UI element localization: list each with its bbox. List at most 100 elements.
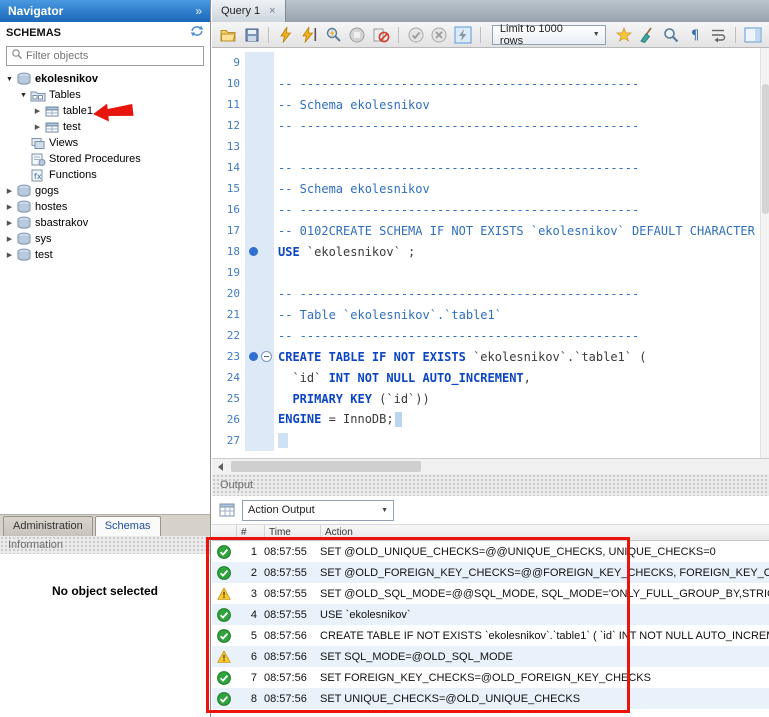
wrap-icon[interactable] bbox=[708, 24, 730, 46]
tab-schemas[interactable]: Schemas bbox=[95, 516, 161, 536]
explain-icon[interactable] bbox=[323, 24, 345, 46]
tree-item-views[interactable]: Views bbox=[0, 135, 210, 151]
limit-rows-dropdown[interactable]: Limit to 1000 rows▼ bbox=[492, 25, 606, 45]
stop-on-error-icon[interactable] bbox=[370, 24, 392, 46]
code-line-27[interactable]: 27 bbox=[212, 430, 769, 451]
refresh-icon[interactable] bbox=[190, 24, 204, 42]
collapsed-arrow-icon[interactable]: ▶ bbox=[4, 251, 15, 259]
code-line-26[interactable]: 26ENGINE = InnoDB; bbox=[212, 409, 769, 430]
autocommit-icon[interactable] bbox=[452, 24, 474, 46]
toggle-panel-icon[interactable] bbox=[742, 24, 764, 46]
expanded-arrow-icon[interactable]: ▼ bbox=[4, 76, 15, 83]
collapsed-arrow-icon[interactable]: ▶ bbox=[4, 219, 15, 227]
output-row-7[interactable]: 708:57:56SET FOREIGN_KEY_CHECKS=@OLD_FOR… bbox=[212, 667, 769, 688]
navigator-title: Navigator bbox=[8, 4, 63, 18]
fold-marker-icon[interactable] bbox=[261, 351, 272, 362]
tab-query-1[interactable]: Query 1 × bbox=[212, 0, 286, 22]
output-row-6[interactable]: 608:57:56SET SQL_MODE=@OLD_SQL_MODE bbox=[212, 646, 769, 667]
open-script-icon[interactable] bbox=[217, 24, 239, 46]
code-line-22[interactable]: 22-- -----------------------------------… bbox=[212, 325, 769, 346]
column-time[interactable]: Time bbox=[264, 525, 320, 540]
line-number: 11 bbox=[212, 98, 245, 111]
star-icon[interactable] bbox=[613, 24, 635, 46]
code-line-20[interactable]: 20-- -----------------------------------… bbox=[212, 283, 769, 304]
code-text: -- Table `ekolesnikov`.`table1` bbox=[274, 308, 502, 322]
tree-item-sbastrakov[interactable]: ▶ sbastrakov bbox=[0, 215, 210, 231]
execute-current-icon[interactable] bbox=[299, 24, 321, 46]
code-line-13[interactable]: 13 bbox=[212, 136, 769, 157]
code-line-18[interactable]: 18USE `ekolesnikov` ; bbox=[212, 241, 769, 262]
find-icon[interactable] bbox=[660, 24, 682, 46]
collapsed-arrow-icon[interactable]: ▶ bbox=[4, 187, 15, 195]
execute-icon[interactable] bbox=[275, 24, 297, 46]
editor-margin bbox=[245, 388, 274, 409]
tree-item-test[interactable]: ▶test bbox=[0, 247, 210, 263]
code-line-16[interactable]: 16-- -----------------------------------… bbox=[212, 199, 769, 220]
tree-item-tables[interactable]: ▼Tables bbox=[0, 87, 210, 103]
code-line-19[interactable]: 19 bbox=[212, 262, 769, 283]
row-time: 08:57:56 bbox=[264, 672, 320, 684]
schema-tree: ▼ekolesnikov▼Tables▶table1▶testViewsStor… bbox=[0, 69, 210, 514]
horizontal-scrollbar-thumb[interactable] bbox=[231, 461, 421, 472]
output-row-3[interactable]: 308:57:55SET @OLD_SQL_MODE=@@SQL_MODE, S… bbox=[212, 583, 769, 604]
vertical-scrollbar[interactable] bbox=[760, 48, 769, 458]
tree-item-stored-procedures[interactable]: Stored Procedures bbox=[0, 151, 210, 167]
code-line-9[interactable]: 9 bbox=[212, 52, 769, 73]
tab-administration[interactable]: Administration bbox=[3, 516, 93, 536]
output-row-2[interactable]: 208:57:55SET @OLD_FOREIGN_KEY_CHECKS=@@F… bbox=[212, 562, 769, 583]
filter-input[interactable] bbox=[26, 50, 199, 62]
tree-item-hostes[interactable]: ▶hostes bbox=[0, 199, 210, 215]
vertical-scrollbar-thumb[interactable] bbox=[762, 84, 769, 214]
code-line-10[interactable]: 10-- -----------------------------------… bbox=[212, 73, 769, 94]
expanded-arrow-icon[interactable]: ▼ bbox=[18, 92, 29, 99]
query-tab-label: Query 1 bbox=[221, 5, 260, 17]
output-row-5[interactable]: 508:57:56CREATE TABLE IF NOT EXISTS `eko… bbox=[212, 625, 769, 646]
horizontal-scrollbar[interactable] bbox=[212, 458, 769, 474]
filter-box[interactable] bbox=[6, 46, 204, 66]
close-tab-icon[interactable]: × bbox=[269, 5, 275, 17]
sql-editor[interactable]: 910-- ----------------------------------… bbox=[212, 48, 769, 458]
row-time: 08:57:56 bbox=[264, 651, 320, 663]
panel-chevrons-icon[interactable]: » bbox=[195, 0, 202, 22]
sql-text: `id` bbox=[278, 371, 329, 385]
output-row-8[interactable]: 808:57:56SET UNIQUE_CHECKS=@OLD_UNIQUE_C… bbox=[212, 688, 769, 709]
output-row-1[interactable]: 108:57:55SET @OLD_UNIQUE_CHECKS=@@UNIQUE… bbox=[212, 541, 769, 562]
tree-item-label: sbastrakov bbox=[35, 217, 88, 229]
code-line-21[interactable]: 21-- Table `ekolesnikov`.`table1` bbox=[212, 304, 769, 325]
tree-item-table1[interactable]: ▶table1 bbox=[0, 103, 210, 119]
code-line-23[interactable]: 23CREATE TABLE IF NOT EXISTS `ekolesniko… bbox=[212, 346, 769, 367]
line-number: 27 bbox=[212, 434, 245, 447]
code-line-14[interactable]: 14-- -----------------------------------… bbox=[212, 157, 769, 178]
output-row-4[interactable]: 408:57:55USE `ekolesnikov` bbox=[212, 604, 769, 625]
commit-icon[interactable] bbox=[405, 24, 427, 46]
code-line-15[interactable]: 15-- Schema ekolesnikov bbox=[212, 178, 769, 199]
code-line-17[interactable]: 17-- 0102CREATE SCHEMA IF NOT EXISTS `ek… bbox=[212, 220, 769, 241]
output-view-dropdown[interactable]: Action Output ▼ bbox=[242, 500, 394, 521]
code-line-11[interactable]: 11-- Schema ekolesnikov bbox=[212, 94, 769, 115]
code-line-24[interactable]: 24 `id` INT NOT NULL AUTO_INCREMENT, bbox=[212, 367, 769, 388]
editor-margin bbox=[245, 262, 274, 283]
output-toolbar: Action Output ▼ bbox=[212, 496, 769, 524]
line-number: 19 bbox=[212, 266, 245, 279]
collapsed-arrow-icon[interactable]: ▶ bbox=[32, 107, 43, 115]
sql-comment: -- -------------------------------------… bbox=[278, 119, 639, 133]
stop-icon[interactable] bbox=[347, 24, 369, 46]
tree-item-ekolesnikov[interactable]: ▼ekolesnikov bbox=[0, 71, 210, 87]
tree-item-test[interactable]: ▶test bbox=[0, 119, 210, 135]
column-number[interactable]: # bbox=[236, 525, 264, 540]
tree-item-functions[interactable]: fxFunctions bbox=[0, 167, 210, 183]
save-icon[interactable] bbox=[241, 24, 263, 46]
collapsed-arrow-icon[interactable]: ▶ bbox=[4, 235, 15, 243]
collapsed-arrow-icon[interactable]: ▶ bbox=[4, 203, 15, 211]
beautify-icon[interactable] bbox=[636, 24, 658, 46]
tree-item-gogs[interactable]: ▶gogs bbox=[0, 183, 210, 199]
code-line-25[interactable]: 25 PRIMARY KEY (`id`)) bbox=[212, 388, 769, 409]
column-action[interactable]: Action bbox=[320, 525, 769, 540]
success-icon bbox=[212, 608, 236, 622]
scroll-left-arrow-icon[interactable] bbox=[212, 459, 229, 474]
invisibles-icon[interactable]: ¶ bbox=[684, 24, 706, 46]
code-line-12[interactable]: 12-- -----------------------------------… bbox=[212, 115, 769, 136]
collapsed-arrow-icon[interactable]: ▶ bbox=[32, 123, 43, 131]
tree-item-sys[interactable]: ▶sys bbox=[0, 231, 210, 247]
rollback-icon[interactable] bbox=[429, 24, 451, 46]
